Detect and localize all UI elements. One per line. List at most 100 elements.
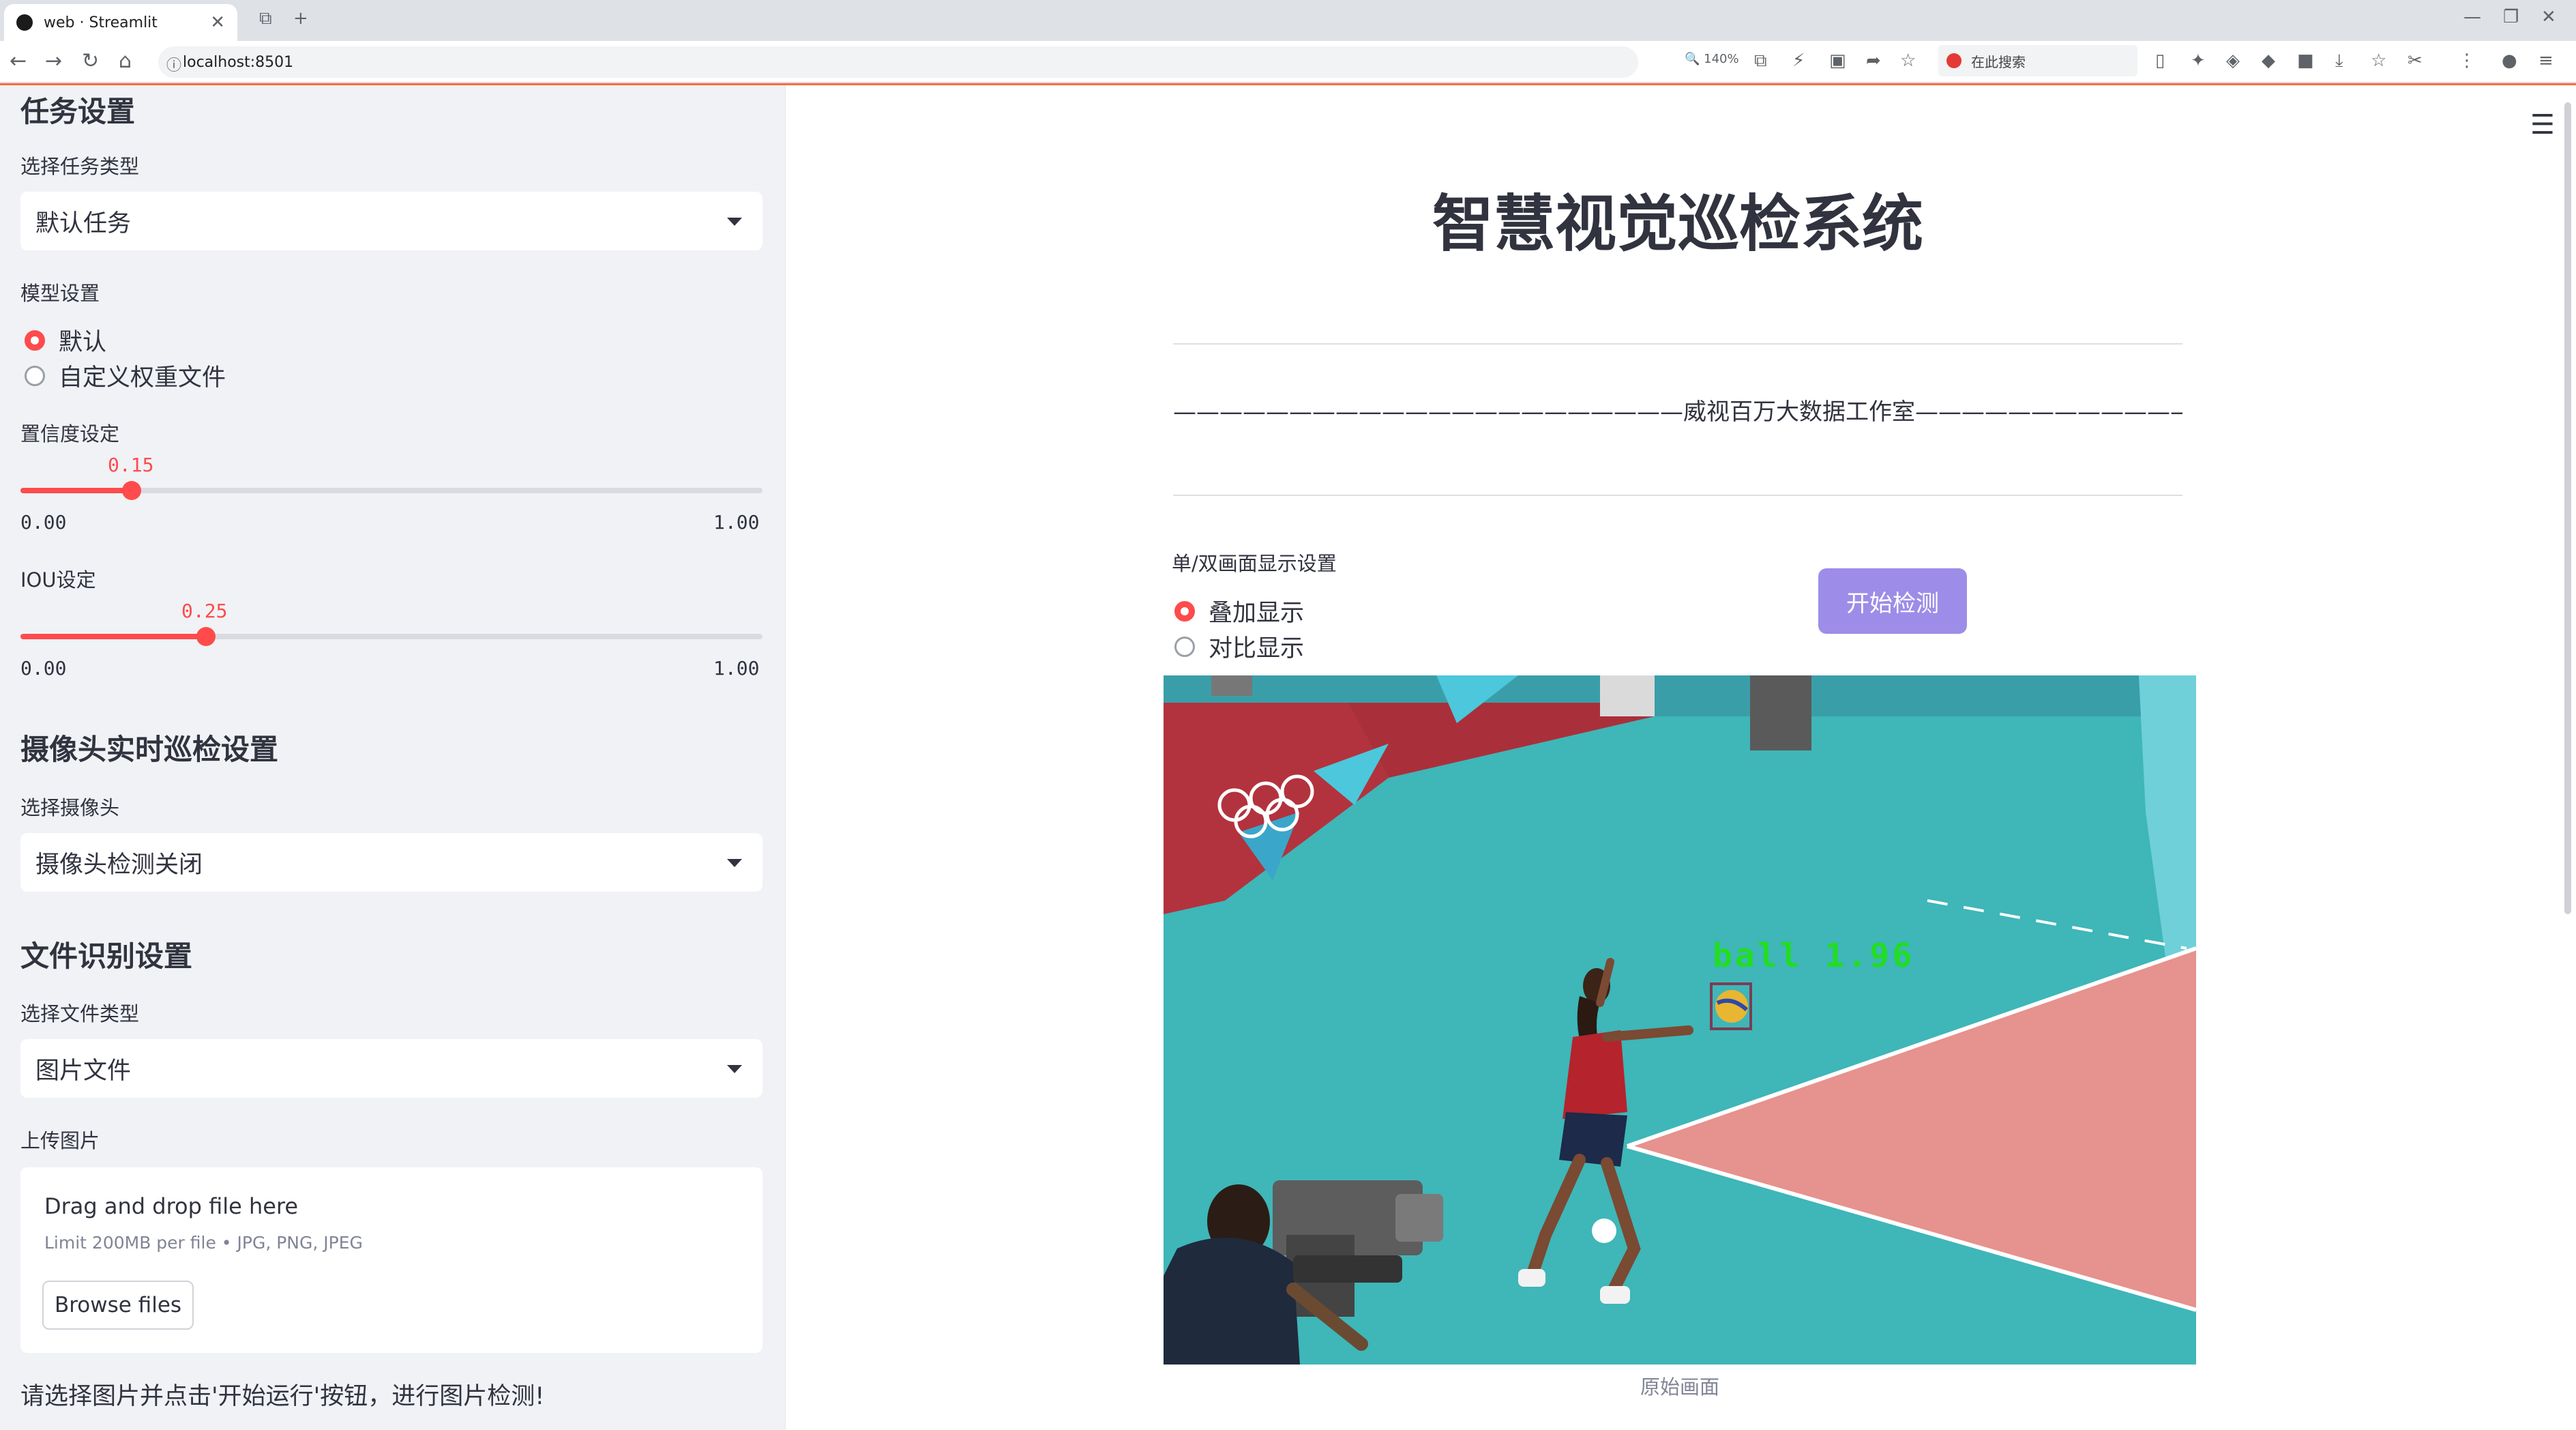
task-settings-header: 任务设置 — [20, 95, 136, 128]
radio-unchecked-icon — [25, 365, 45, 386]
restore-icon[interactable]: ❐ — [2503, 7, 2519, 27]
file-type-select[interactable]: 图片文件 — [20, 1039, 763, 1098]
scrollbar-thumb[interactable] — [2564, 102, 2571, 914]
browser-tab-bar: web · Streamlit ✕ ⧉ + — ❐ ✕ — [0, 0, 2576, 41]
radio-checked-icon — [1174, 600, 1195, 622]
iou-slider-thumb[interactable] — [196, 627, 216, 646]
lightning-icon[interactable]: ⚡ — [1792, 50, 1805, 71]
volleyball-scene: ball 1.96 — [1164, 675, 2196, 1365]
browser-tab[interactable]: web · Streamlit ✕ — [4, 4, 237, 41]
display-mode-label: 单/双画面显示设置 — [1172, 552, 1337, 575]
extension-2-icon[interactable]: ◈ — [2226, 50, 2240, 71]
drag-drop-text: Drag and drop file here — [44, 1193, 299, 1219]
upload-limit-text: Limit 200MB per file • JPG, PNG, JPEG — [44, 1233, 363, 1253]
bookmark-star-icon[interactable]: ☆ — [1900, 50, 1916, 71]
radio-label: 叠加显示 — [1209, 600, 1305, 627]
chevron-down-icon — [727, 859, 742, 867]
detection-label: ball 1.96 — [1713, 937, 1914, 975]
confidence-label: 置信度设定 — [20, 422, 120, 446]
radio-label: 对比显示 — [1209, 635, 1305, 662]
spectator-3 — [1600, 675, 1655, 716]
file-dropzone[interactable]: Drag and drop file here Limit 200MB per … — [20, 1167, 763, 1353]
camera-select-value: 摄像头检测关闭 — [35, 851, 203, 879]
zoom-indicator[interactable]: 🔍 140% — [1685, 52, 1739, 66]
radio-label: 默认 — [59, 329, 107, 356]
task-type-label: 选择任务类型 — [20, 155, 140, 178]
studio-tagline: ——————————————————————威视百万大数据工作室————————… — [1173, 398, 2182, 426]
confidence-slider-thumb[interactable] — [122, 481, 142, 500]
spectator — [1211, 675, 1252, 696]
url-text: localhost:8501 — [183, 53, 294, 71]
chevron-down-icon — [727, 1065, 742, 1073]
task-type-value: 默认任务 — [35, 209, 132, 237]
close-window-icon[interactable]: ✕ — [2541, 7, 2556, 27]
app-menu-icon[interactable]: ☰ — [2530, 109, 2555, 141]
screenshot-icon[interactable]: ▣ — [1829, 50, 1846, 71]
model-settings-label: 模型设置 — [20, 282, 100, 305]
image-caption: 原始画面 — [1640, 1375, 1719, 1399]
confidence-slider[interactable] — [20, 481, 763, 500]
file-settings-header: 文件识别设置 — [20, 939, 193, 973]
upload-hint-text: 请选择图片并点击'开始运行'按钮，进行图片检测! — [20, 1383, 545, 1410]
iou-label: IOU设定 — [20, 568, 96, 592]
model-radio-default[interactable]: 默认 — [25, 323, 106, 358]
browser-menu-icon[interactable]: ≡ — [2538, 50, 2553, 71]
phone-icon[interactable]: ▯ — [2155, 50, 2165, 71]
url-field[interactable]: ⓘ localhost:8501 — [158, 46, 1638, 78]
search-engine-icon — [1946, 53, 1961, 68]
tab-group-icon[interactable]: ⧉ — [259, 8, 272, 29]
divider-bottom — [1173, 495, 2182, 496]
forward-icon[interactable]: → — [45, 49, 62, 73]
close-tab-icon[interactable]: ✕ — [210, 12, 225, 33]
iou-slider-fill — [20, 634, 206, 639]
spectator-2 — [1750, 675, 1811, 750]
confidence-value: 0.15 — [108, 454, 154, 476]
home-icon[interactable]: ⌂ — [119, 49, 132, 73]
download-icon[interactable]: ⤓ — [2335, 50, 2343, 72]
extension-4-icon[interactable]: ■ — [2297, 50, 2314, 71]
cut-icon[interactable]: ✂ — [2408, 50, 2423, 71]
file-type-label: 选择文件类型 — [20, 1002, 140, 1025]
favorites-icon[interactable]: ☆ — [2371, 50, 2386, 71]
browse-files-button[interactable]: Browse files — [42, 1281, 194, 1330]
address-bar-row: ← → ↻ ⌂ ⓘ localhost:8501 — [0, 41, 2576, 83]
radio-checked-icon — [25, 330, 45, 351]
confidence-slider-fill — [20, 488, 132, 493]
task-type-select[interactable]: 默认任务 — [20, 192, 763, 250]
reload-icon[interactable]: ↻ — [82, 49, 99, 73]
radio-label: 自定义权重文件 — [59, 364, 226, 392]
more-menu-icon[interactable]: ⋮ — [2458, 50, 2476, 71]
iou-max: 1.00 — [713, 657, 760, 680]
iou-min: 0.00 — [20, 657, 67, 680]
zoom-value: 140% — [1704, 52, 1739, 66]
page-title: 智慧视觉巡检系统 — [1432, 188, 1923, 260]
streamlit-favicon-icon — [16, 14, 33, 31]
model-radio-custom[interactable]: 自定义权重文件 — [25, 358, 226, 393]
camera-select-label: 选择摄像头 — [20, 796, 120, 819]
confidence-min: 0.00 — [20, 511, 67, 534]
iou-slider[interactable] — [20, 627, 763, 646]
back-icon[interactable]: ← — [10, 49, 27, 73]
share-icon[interactable]: ➦ — [1866, 50, 1881, 71]
camera-settings-header: 摄像头实时巡检设置 — [20, 733, 279, 766]
radio-unchecked-icon — [1174, 636, 1195, 657]
tab-title: web · Streamlit — [44, 14, 158, 31]
minimize-icon[interactable]: — — [2463, 7, 2481, 27]
translate-icon[interactable]: ⧉ — [1754, 50, 1767, 72]
profile-avatar-icon[interactable]: ● — [2502, 50, 2517, 71]
new-tab-icon[interactable]: + — [293, 8, 308, 29]
site-info-icon[interactable]: ⓘ — [166, 53, 181, 75]
extension-icon[interactable]: ✦ — [2191, 50, 2206, 71]
start-detection-button[interactable]: 开始检测 — [1818, 568, 1967, 634]
upload-label: 上传图片 — [20, 1129, 100, 1152]
search-placeholder: 在此搜索 — [1971, 53, 2026, 70]
extension-3-icon[interactable]: ◆ — [2262, 50, 2275, 71]
camera-select[interactable]: 摄像头检测关闭 — [20, 833, 763, 892]
detection-result-image: ball 1.96 — [1164, 675, 2196, 1365]
chevron-down-icon — [727, 218, 742, 226]
file-type-value: 图片文件 — [35, 1057, 132, 1085]
display-radio-overlay[interactable]: 叠加显示 — [1174, 594, 1304, 628]
browser-search-box[interactable]: 在此搜索 — [1938, 45, 2137, 76]
iou-value: 0.25 — [181, 600, 228, 622]
display-radio-compare[interactable]: 对比显示 — [1174, 629, 1304, 664]
